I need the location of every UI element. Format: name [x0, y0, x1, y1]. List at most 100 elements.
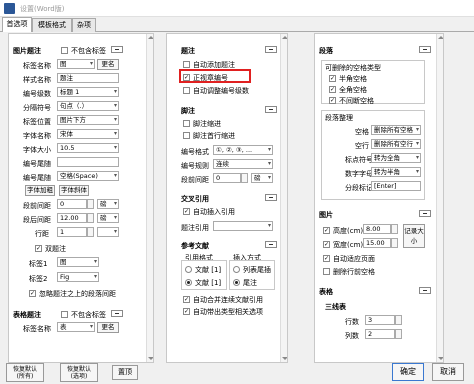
collapse-icon[interactable]: [265, 241, 277, 248]
ref-insert-radio-1[interactable]: [233, 266, 240, 273]
auto-xref-label: 自动插入引用: [193, 208, 235, 216]
space-after-field[interactable]: 12.00: [57, 213, 87, 223]
collapse-icon[interactable]: [265, 106, 277, 113]
auto-level-checkbox[interactable]: [183, 87, 190, 94]
para-gap-spin[interactable]: [241, 173, 248, 183]
ref-format-option-2: 文献 [1]: [195, 279, 222, 287]
nbsp-checkbox[interactable]: [329, 97, 336, 104]
left-scrollbar[interactable]: [146, 34, 153, 362]
ref-insert-radio-2[interactable]: [233, 279, 240, 286]
no-label-checkbox[interactable]: [61, 47, 68, 54]
width-field[interactable]: 15.00: [363, 238, 391, 248]
space-type-label: 可删除的空格类型: [325, 64, 381, 72]
merge-refs-checkbox[interactable]: [183, 296, 190, 303]
font-size-select[interactable]: 10.5: [57, 143, 119, 153]
scroll-up-icon[interactable]: [438, 36, 443, 39]
auto-xref-checkbox[interactable]: [183, 208, 190, 215]
collapse-icon[interactable]: [419, 210, 431, 217]
space-after-unit[interactable]: 磅: [97, 213, 119, 223]
ignore-spacing-checkbox[interactable]: [29, 290, 36, 297]
table-caption-title: 表格题注: [13, 311, 41, 319]
xref-format-select[interactable]: [213, 221, 273, 231]
tab-preferences[interactable]: 首选项: [2, 17, 32, 32]
collapse-icon[interactable]: [111, 310, 123, 317]
collapse-icon[interactable]: [265, 194, 277, 201]
height-checkbox[interactable]: [323, 227, 330, 234]
separator-select[interactable]: 句点（.）: [57, 101, 119, 111]
endnote-first-checkbox[interactable]: [183, 132, 190, 139]
remember-size-button[interactable]: 记录大小: [403, 224, 425, 248]
auto-fit-checkbox[interactable]: [323, 255, 330, 262]
restore-all-button[interactable]: 恢复默认 (所有): [6, 363, 44, 382]
ref-format-radio-1[interactable]: [185, 266, 192, 273]
para-gap-field[interactable]: 0: [213, 173, 241, 183]
collapse-icon[interactable]: [111, 46, 123, 53]
right-scrollbar[interactable]: [436, 34, 443, 362]
ref-format-radio-2[interactable]: [185, 279, 192, 286]
collapse-icon[interactable]: [419, 46, 431, 53]
label-pos-select[interactable]: 图片下方: [57, 115, 119, 125]
tab-template-format[interactable]: 模板格式: [32, 18, 72, 32]
style-name-field[interactable]: 题注: [57, 73, 119, 83]
scroll-down-icon[interactable]: [438, 357, 443, 360]
half-space-checkbox[interactable]: [329, 75, 336, 82]
rows-field[interactable]: 3: [365, 315, 395, 325]
pin-top-button[interactable]: 置顶: [112, 365, 138, 380]
num-format-select[interactable]: ①, ②, ③, ...: [213, 145, 273, 155]
auto-level-label: 自动调整编号级数: [193, 87, 249, 95]
width-spin[interactable]: [391, 238, 398, 248]
num-rule-select[interactable]: 连续: [213, 159, 273, 169]
scroll-up-icon[interactable]: [282, 36, 287, 39]
label2-select[interactable]: Fig: [57, 272, 99, 282]
space-rule-label: 空格: [355, 128, 369, 136]
collapse-icon[interactable]: [419, 287, 431, 294]
scroll-down-icon[interactable]: [282, 357, 287, 360]
line-spacing-unit[interactable]: [97, 227, 119, 237]
tbl-rename-button[interactable]: 更名: [97, 322, 119, 333]
para-gap-unit[interactable]: 磅: [251, 173, 273, 183]
blank-rule-select[interactable]: 删除所有空行: [371, 139, 421, 149]
endnote-indent-checkbox[interactable]: [183, 120, 190, 127]
space-before-unit[interactable]: 磅: [97, 199, 119, 209]
rename-button[interactable]: 更名: [97, 59, 119, 70]
space-before-spin[interactable]: [87, 199, 94, 209]
space-before-field[interactable]: 0: [57, 199, 87, 209]
label-name-select[interactable]: 图: [57, 59, 95, 69]
height-spin[interactable]: [391, 224, 398, 234]
tbl-no-label-checkbox[interactable]: [61, 311, 68, 318]
delete-space-checkbox[interactable]: [323, 268, 330, 275]
font-italic-button[interactable]: 字体斜体: [59, 185, 89, 196]
para-mark-field[interactable]: [Enter]: [371, 181, 421, 191]
punct-rule-select[interactable]: 转为全角: [371, 153, 421, 163]
label1-select[interactable]: 图: [57, 257, 99, 267]
auto-caption-checkbox[interactable]: [183, 61, 190, 68]
num-tail-field[interactable]: [57, 157, 119, 167]
line-spacing-spin[interactable]: [87, 227, 94, 237]
font-name-label: 字体名称: [23, 132, 51, 140]
tab-misc[interactable]: 杂项: [72, 18, 96, 32]
width-checkbox[interactable]: [323, 241, 330, 248]
restore-current-button[interactable]: 恢复默认 (选项): [60, 363, 98, 382]
ok-button[interactable]: 确定: [392, 363, 424, 381]
space-rule-select[interactable]: 删除所有空格: [371, 125, 421, 135]
collapse-icon[interactable]: [265, 46, 277, 53]
cancel-button[interactable]: 取消: [432, 363, 464, 381]
font-name-select[interactable]: 宋体: [57, 129, 119, 139]
num-level-select[interactable]: 标题 1: [57, 87, 119, 97]
height-field[interactable]: 8.00: [363, 224, 391, 234]
scroll-up-icon[interactable]: [148, 36, 153, 39]
digit-rule-select[interactable]: 转为半角: [371, 167, 421, 177]
cols-spin[interactable]: [395, 329, 402, 339]
dual-caption-checkbox[interactable]: [35, 245, 42, 252]
full-space-checkbox[interactable]: [329, 86, 336, 93]
space-after-spin[interactable]: [87, 213, 94, 223]
auto-options-checkbox[interactable]: [183, 308, 190, 315]
middle-scrollbar[interactable]: [280, 34, 287, 362]
scroll-down-icon[interactable]: [148, 357, 153, 360]
num-tail2-select[interactable]: 空格(Space): [57, 171, 119, 181]
tbl-label-name-select[interactable]: 表: [57, 322, 95, 332]
font-bold-button[interactable]: 字体加粗: [25, 185, 55, 196]
line-spacing-field[interactable]: 1: [57, 227, 87, 237]
cols-field[interactable]: 2: [365, 329, 395, 339]
rows-spin[interactable]: [395, 315, 402, 325]
